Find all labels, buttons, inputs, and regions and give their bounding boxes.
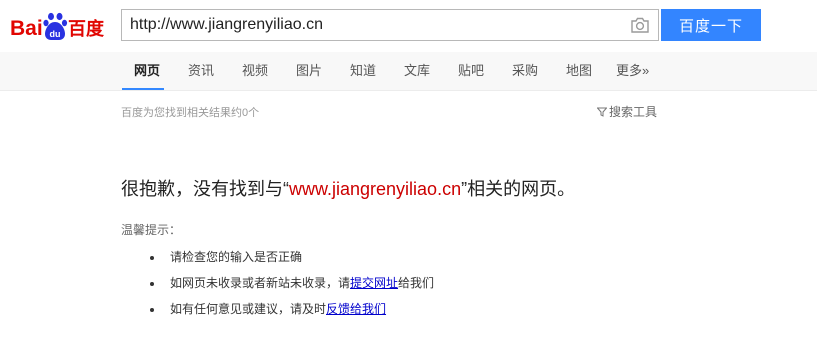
- logo-text-baidu-cn: 百度: [68, 18, 105, 40]
- logo-text-bai: Bai: [10, 17, 43, 40]
- tab-map[interactable]: 地图: [566, 52, 592, 90]
- tip-item: 如网页未收录或者新站未收录，请提交网址给我们: [150, 275, 434, 301]
- tips-title: 温馨提示：: [121, 223, 182, 237]
- tab-caigou[interactable]: 采购: [512, 52, 538, 90]
- no-result-prefix: 很抱歉，没有找到与“: [121, 179, 289, 199]
- feedback-link[interactable]: 反馈给我们: [326, 302, 386, 316]
- logo-text-du: du: [50, 29, 61, 39]
- active-tab-indicator: [122, 88, 164, 90]
- tab-wenku[interactable]: 文库: [404, 52, 430, 90]
- no-result-suffix: ”相关的网页。: [461, 179, 576, 199]
- tab-web[interactable]: 网页: [134, 52, 160, 90]
- filter-icon: [597, 107, 607, 117]
- tab-video[interactable]: 视频: [242, 52, 268, 90]
- tip-feedback-text: 如有任何意见或建议，请及时: [170, 302, 327, 316]
- tip-submit-suffix: 给我们: [398, 276, 435, 290]
- search-input[interactable]: [122, 10, 622, 40]
- search-tools-label: 搜索工具: [609, 105, 658, 119]
- tip-submit-text: 如网页未收录或者新站未收录，请: [170, 276, 351, 290]
- no-result-query: www.jiangrenyiliao.cn: [289, 179, 462, 199]
- tab-tieba[interactable]: 贴吧: [458, 52, 484, 90]
- no-result-message: 很抱歉，没有找到与“www.jiangrenyiliao.cn”相关的网页。: [121, 175, 575, 201]
- tab-news[interactable]: 资讯: [188, 52, 214, 90]
- bullet-icon: [150, 256, 154, 260]
- tips-list: 请检查您的输入是否正确 如网页未收录或者新站未收录，请提交网址给我们 如有任何意…: [150, 249, 434, 327]
- result-count: 百度为您找到相关结果约0个: [121, 107, 260, 119]
- paw-icon: du: [43, 12, 68, 40]
- bullet-icon: [150, 308, 154, 312]
- search-tools-button[interactable]: 搜索工具: [597, 103, 657, 120]
- search-tabs: 网页 资讯 视频 图片 知道 文库 贴吧 采购 地图 更多»: [0, 52, 817, 91]
- submit-url-link[interactable]: 提交网址: [350, 276, 398, 290]
- bullet-icon: [150, 282, 154, 286]
- tab-images[interactable]: 图片: [296, 52, 322, 90]
- header: Bai du 百度 百度一下: [0, 0, 817, 52]
- tip-item: 如有任何意见或建议，请及时反馈给我们: [150, 301, 434, 327]
- camera-icon[interactable]: [630, 16, 650, 34]
- baidu-logo[interactable]: Bai du 百度: [8, 10, 114, 42]
- tab-more[interactable]: 更多»: [616, 52, 649, 90]
- tip-check-input: 请检查您的输入是否正确: [170, 250, 303, 264]
- search-box: [121, 9, 659, 41]
- tip-item: 请检查您的输入是否正确: [150, 249, 434, 275]
- search-button[interactable]: 百度一下: [661, 9, 761, 41]
- tab-zhidao[interactable]: 知道: [350, 52, 376, 90]
